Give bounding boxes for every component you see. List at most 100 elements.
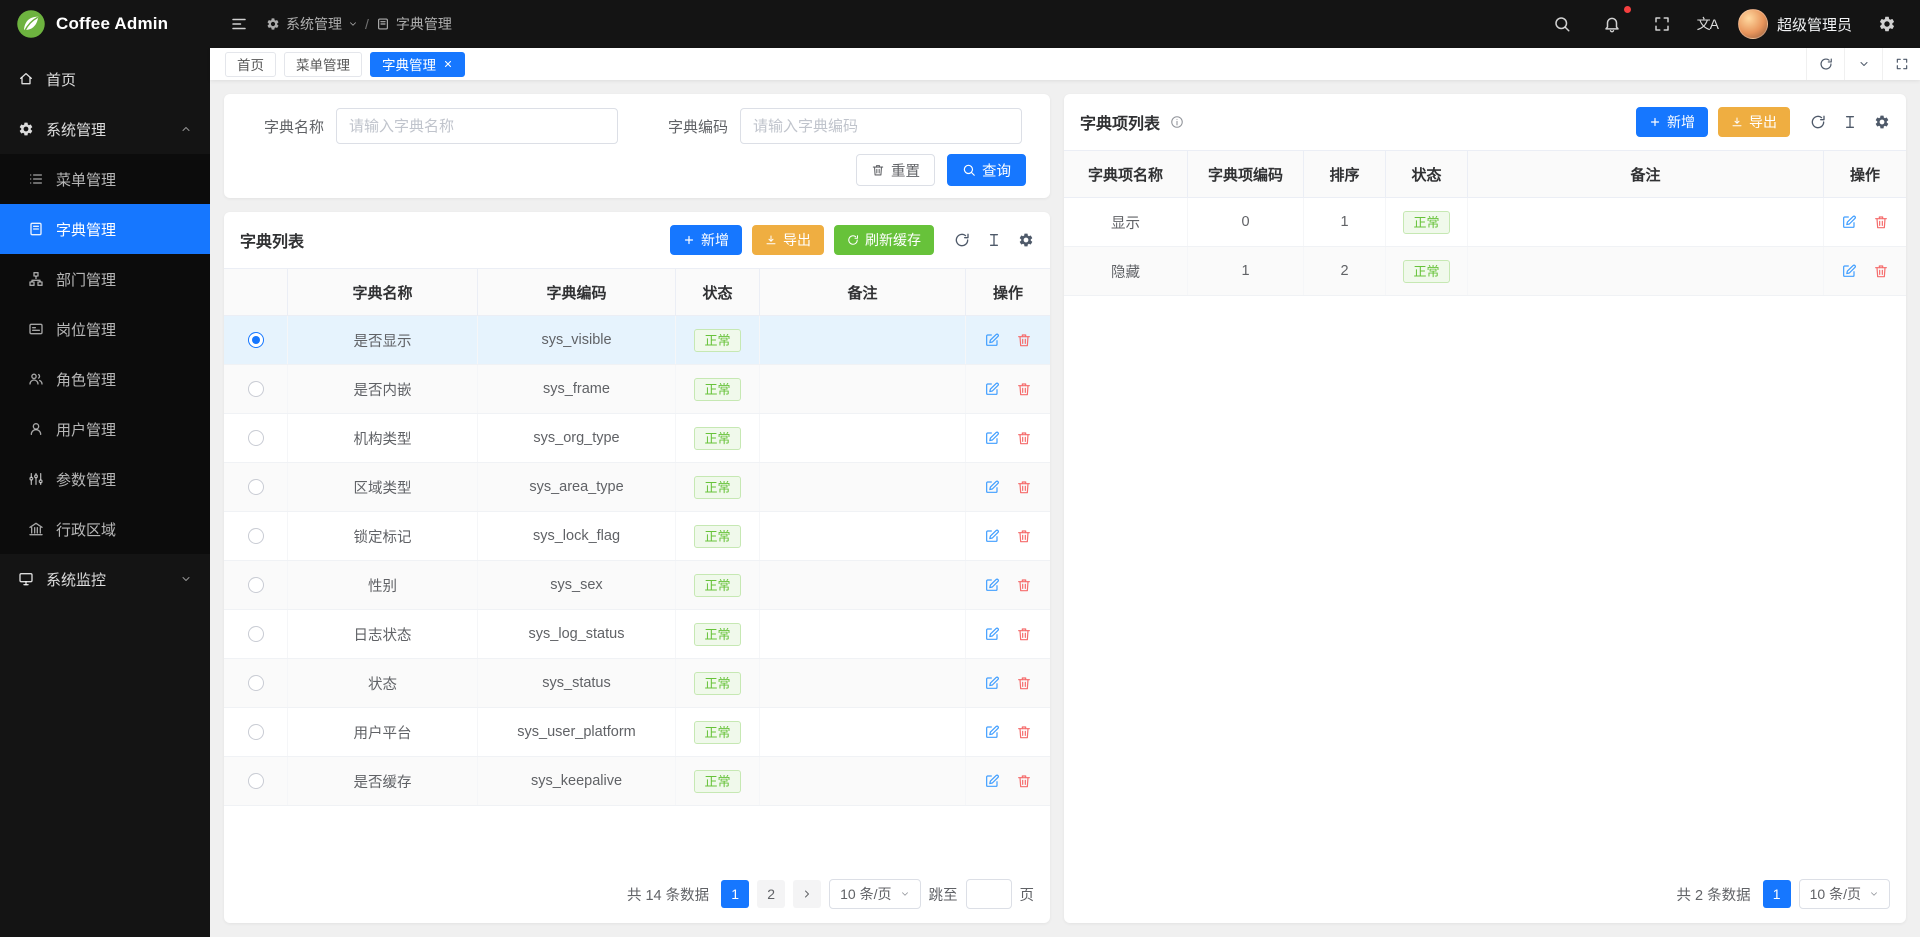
row-radio[interactable] xyxy=(248,430,264,446)
jump-page-input[interactable] xyxy=(966,879,1012,909)
export-item-button[interactable]: 导出 xyxy=(1718,107,1790,137)
edit-icon[interactable] xyxy=(984,381,1000,397)
sidebar-group-system[interactable]: 系统管理 xyxy=(0,104,210,154)
reset-button[interactable]: 重置 xyxy=(856,154,935,186)
delete-icon[interactable] xyxy=(1016,773,1032,789)
item-table-row[interactable]: 显示01正常 xyxy=(1064,198,1906,247)
sidebar-item-dict-mgmt[interactable]: 字典管理 xyxy=(0,204,210,254)
fullscreen-icon[interactable] xyxy=(1647,9,1677,39)
add-item-button[interactable]: 新增 xyxy=(1636,107,1708,137)
row-radio[interactable] xyxy=(248,773,264,789)
page-size-select[interactable]: 10 条/页 xyxy=(1799,879,1890,909)
breadcrumb-dict[interactable]: 字典管理 xyxy=(376,14,452,34)
page-button-1[interactable]: 1 xyxy=(721,880,749,908)
delete-icon[interactable] xyxy=(1016,430,1032,446)
page-button-2[interactable]: 2 xyxy=(757,880,785,908)
dict-table-row[interactable]: 是否缓存sys_keepalive正常 xyxy=(224,757,1050,806)
edit-icon[interactable] xyxy=(984,675,1000,691)
row-radio[interactable] xyxy=(248,332,264,348)
sidebar-item-menu-mgmt[interactable]: 菜单管理 xyxy=(0,154,210,204)
row-radio[interactable] xyxy=(248,675,264,691)
breadcrumb-system[interactable]: 系统管理 xyxy=(266,14,358,34)
refresh-table-icon[interactable] xyxy=(954,232,970,248)
delete-icon[interactable] xyxy=(1873,214,1889,230)
dict-table-row[interactable]: 日志状态sys_log_status正常 xyxy=(224,610,1050,659)
sidebar-item-post-mgmt[interactable]: 岗位管理 xyxy=(0,304,210,354)
delete-icon[interactable] xyxy=(1016,528,1032,544)
add-dict-button[interactable]: 新增 xyxy=(670,225,742,255)
close-tab-icon[interactable] xyxy=(443,59,453,69)
edit-icon[interactable] xyxy=(1841,214,1857,230)
page-size-select[interactable]: 10 条/页 xyxy=(829,879,920,909)
delete-icon[interactable] xyxy=(1016,675,1032,691)
app-logo[interactable]: Coffee Admin xyxy=(0,0,210,48)
sidebar-item-home[interactable]: 首页 xyxy=(0,54,210,104)
row-radio[interactable] xyxy=(248,479,264,495)
edit-icon[interactable] xyxy=(1841,263,1857,279)
edit-icon[interactable] xyxy=(984,724,1000,740)
next-page-button[interactable] xyxy=(793,880,821,908)
query-button[interactable]: 查询 xyxy=(947,154,1026,186)
info-icon[interactable] xyxy=(1170,115,1184,129)
sidebar-item-role-mgmt[interactable]: 角色管理 xyxy=(0,354,210,404)
item-table-row[interactable]: 隐藏12正常 xyxy=(1064,247,1906,296)
dict-table-row[interactable]: 锁定标记sys_lock_flag正常 xyxy=(224,512,1050,561)
sidebar-item-user-mgmt[interactable]: 用户管理 xyxy=(0,404,210,454)
export-dict-button[interactable]: 导出 xyxy=(752,225,824,255)
edit-icon[interactable] xyxy=(984,577,1000,593)
row-radio[interactable] xyxy=(248,381,264,397)
row-radio[interactable] xyxy=(248,626,264,642)
edit-icon[interactable] xyxy=(984,528,1000,544)
tab-home[interactable]: 首页 xyxy=(225,52,276,77)
sidebar-item-param-mgmt[interactable]: 参数管理 xyxy=(0,454,210,504)
dict-table-row[interactable]: 状态sys_status正常 xyxy=(224,659,1050,708)
delete-icon[interactable] xyxy=(1016,626,1032,642)
topbar-actions: 文A 超级管理员 xyxy=(1547,9,1902,39)
id-card-icon xyxy=(28,321,44,337)
notifications-bell-icon[interactable] xyxy=(1597,9,1627,39)
dict-table-row[interactable]: 是否内嵌sys_frame正常 xyxy=(224,365,1050,414)
column-settings-icon[interactable] xyxy=(1018,232,1034,248)
refresh-cache-button[interactable]: 刷新缓存 xyxy=(834,225,934,255)
edit-icon[interactable] xyxy=(984,479,1000,495)
delete-icon[interactable] xyxy=(1016,332,1032,348)
dict-code-input[interactable] xyxy=(740,108,1022,144)
tab-dict-mgmt[interactable]: 字典管理 xyxy=(370,52,465,77)
delete-icon[interactable] xyxy=(1873,263,1889,279)
edit-icon[interactable] xyxy=(984,773,1000,789)
row-radio[interactable] xyxy=(248,577,264,593)
dict-table-row[interactable]: 性别sys_sex正常 xyxy=(224,561,1050,610)
sidebar-item-region-mgmt[interactable]: 行政区域 xyxy=(0,504,210,554)
dict-name-input[interactable] xyxy=(336,108,618,144)
delete-icon[interactable] xyxy=(1016,577,1032,593)
translate-icon[interactable]: 文A xyxy=(1697,14,1718,34)
row-density-icon[interactable] xyxy=(986,232,1002,248)
sidebar-item-dept-mgmt[interactable]: 部门管理 xyxy=(0,254,210,304)
collapse-sidebar-icon[interactable] xyxy=(224,9,254,39)
row-density-icon[interactable] xyxy=(1842,114,1858,130)
settings-gear-icon[interactable] xyxy=(1872,9,1902,39)
page-button-1[interactable]: 1 xyxy=(1763,880,1791,908)
sidebar-group-monitor[interactable]: 系统监控 xyxy=(0,554,210,604)
edit-icon[interactable] xyxy=(984,332,1000,348)
dict-table-row[interactable]: 机构类型sys_org_type正常 xyxy=(224,414,1050,463)
delete-icon[interactable] xyxy=(1016,381,1032,397)
row-radio[interactable] xyxy=(248,528,264,544)
edit-icon[interactable] xyxy=(984,430,1000,446)
status-badge: 正常 xyxy=(694,770,740,793)
expand-content-icon[interactable] xyxy=(1882,48,1920,80)
refresh-table-icon[interactable] xyxy=(1810,114,1826,130)
row-radio[interactable] xyxy=(248,724,264,740)
search-icon[interactable] xyxy=(1547,9,1577,39)
edit-icon[interactable] xyxy=(984,626,1000,642)
dict-table-row[interactable]: 区域类型sys_area_type正常 xyxy=(224,463,1050,512)
tabs-dropdown-icon[interactable] xyxy=(1844,48,1882,80)
column-settings-icon[interactable] xyxy=(1874,114,1890,130)
delete-icon[interactable] xyxy=(1016,724,1032,740)
user-menu[interactable]: 超级管理员 xyxy=(1738,9,1852,39)
dict-table-row[interactable]: 是否显示sys_visible正常 xyxy=(224,316,1050,365)
refresh-page-icon[interactable] xyxy=(1806,48,1844,80)
dict-table-row[interactable]: 用户平台sys_user_platform正常 xyxy=(224,708,1050,757)
tab-menu-mgmt[interactable]: 菜单管理 xyxy=(284,52,362,77)
delete-icon[interactable] xyxy=(1016,479,1032,495)
